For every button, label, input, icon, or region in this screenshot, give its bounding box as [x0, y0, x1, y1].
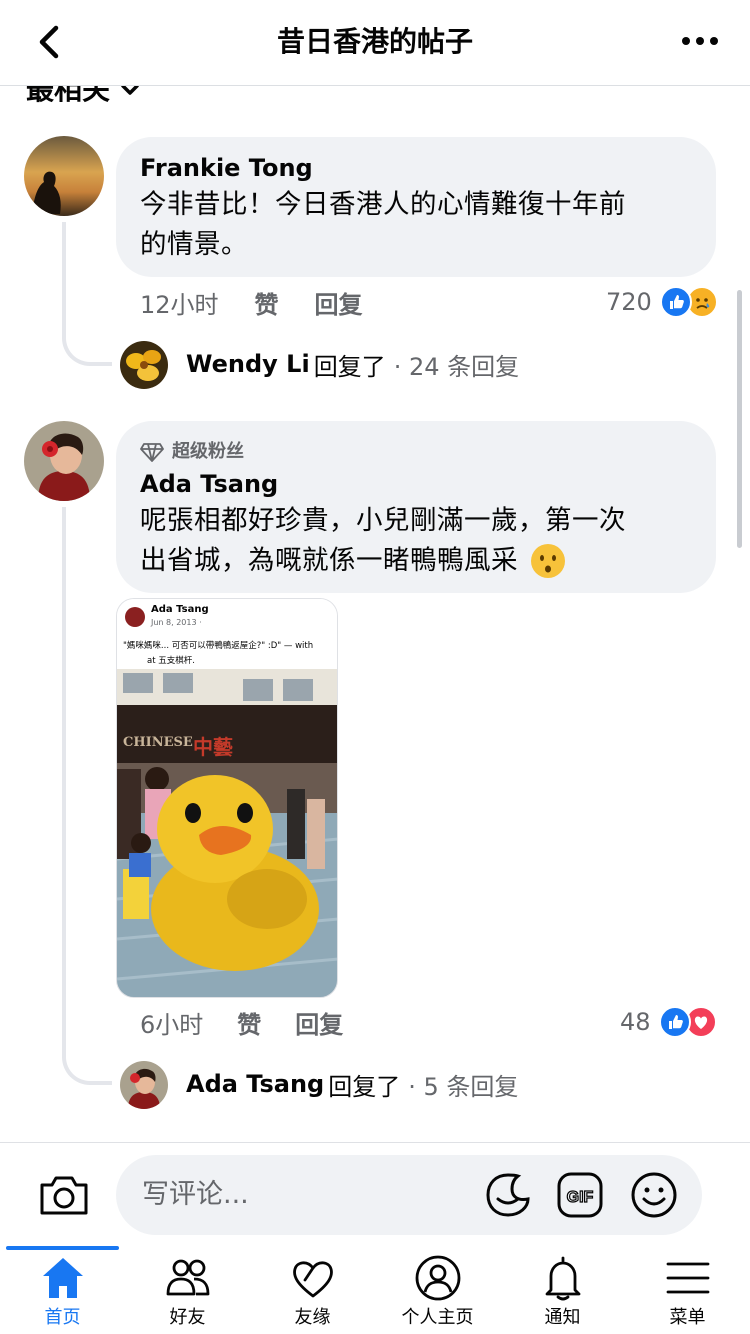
badge-label: 超级粉丝	[172, 441, 244, 462]
shop-sign-chinese: 中藝	[193, 735, 233, 759]
reaction-summary[interactable]: 48	[620, 1004, 717, 1040]
comment-bubble[interactable]: 超级粉丝 Ada Tsang 呢張相都好珍貴，小兒剛滿一歲，第一次 出省城，為嘅…	[116, 421, 716, 593]
view-replies-link[interactable]: Ada Tsang 回复了 · 5 条回复	[186, 1066, 518, 1102]
thread-line	[62, 507, 66, 1027]
gif-icon[interactable]: GIF	[556, 1171, 604, 1219]
comment-actions: 12小时 赞 回复	[140, 284, 363, 320]
avatar[interactable]	[24, 136, 104, 216]
comment-composer: 写评论... GIF	[0, 1142, 750, 1246]
comment-text-segment: 出省城，為嘅就係一睹鴨鴨風采	[140, 545, 518, 576]
menu-icon	[666, 1262, 710, 1294]
like-reaction-icon	[659, 286, 692, 318]
tab-label: 个人主页	[401, 1307, 474, 1328]
post-comments-page: 昔日香港的帖子 最相关 Frankie Tong 今非昔比！今日香港人的心情難復…	[0, 0, 750, 1334]
comment-actions: 6小时 赞 回复	[140, 1004, 343, 1040]
profile-icon	[415, 1255, 461, 1301]
tab-menu[interactable]: 菜单	[625, 1246, 750, 1334]
reply-author: Ada Tsang	[186, 1070, 325, 1098]
avatar[interactable]	[120, 341, 168, 389]
more-options-icon[interactable]	[680, 26, 720, 56]
reply-count: · 5 条回复	[408, 1072, 519, 1101]
tab-home[interactable]: 首页	[0, 1246, 125, 1334]
tab-profile[interactable]: 个人主页	[375, 1246, 500, 1334]
tab-label: 菜单	[669, 1307, 706, 1328]
thread-line	[62, 222, 66, 282]
top-fan-badge: 超级粉丝	[140, 437, 692, 467]
avatar-sticker-icon[interactable]	[484, 1171, 532, 1219]
page-title: 昔日香港的帖子	[276, 25, 473, 58]
comment-text-line: 今非昔比！今日香港人的心情難復十年前	[140, 189, 626, 220]
like-button[interactable]: 赞	[255, 285, 279, 320]
tab-label: 友缘	[294, 1307, 331, 1328]
like-reaction-icon	[658, 1006, 691, 1038]
comment-text-line: 呢張相都好珍貴，小兒剛滿一歲，第一次	[140, 505, 626, 536]
tab-label: 好友	[169, 1307, 206, 1328]
photo-post-date: Jun 8, 2013 ·	[151, 618, 202, 627]
avatar[interactable]	[24, 421, 104, 501]
thread-connector	[62, 1025, 112, 1085]
tab-label: 首页	[44, 1307, 81, 1328]
diamond-icon	[140, 443, 164, 462]
tab-label: 通知	[544, 1307, 581, 1328]
comment-text-line: 出省城，為嘅就係一睹鴨鴨風采	[140, 541, 692, 581]
comment-photo[interactable]: Ada Tsang Jun 8, 2013 · "媽咪媽咪... 可否可以帶鴨鴨…	[116, 598, 338, 998]
reply-action: 回复了	[328, 1072, 401, 1101]
avatar[interactable]	[120, 1061, 168, 1109]
reaction-count: 720	[606, 288, 652, 316]
comment-time: 12小时	[140, 290, 219, 319]
comment-placeholder: 写评论...	[142, 1179, 249, 1210]
photo-post-author: Ada Tsang	[151, 604, 209, 615]
reply-author: Wendy Li	[186, 350, 310, 378]
reaction-count: 48	[620, 1008, 651, 1036]
tab-friends[interactable]: 好友	[125, 1246, 250, 1334]
reaction-summary[interactable]: 720	[606, 284, 718, 320]
comment-author[interactable]: Frankie Tong	[140, 151, 692, 185]
photo-post-text: at 五支棋杆.	[147, 656, 195, 666]
friends-icon	[166, 1259, 210, 1296]
comment-bubble[interactable]: Frankie Tong 今非昔比！今日香港人的心情難復十年前 的情景。	[116, 137, 716, 277]
comment-author[interactable]: Ada Tsang	[140, 467, 692, 501]
view-replies-link[interactable]: Wendy Li 回复了 · 24 条回复	[186, 346, 519, 382]
photo-post-text: "媽咪媽咪... 可否可以帶鴨鴨返屋企?" :D" — with	[123, 641, 314, 651]
tab-dating[interactable]: 友缘	[250, 1246, 375, 1334]
comment-text-line: 的情景。	[140, 229, 248, 260]
kissing-emoji-icon	[531, 544, 565, 578]
emoji-icon[interactable]	[630, 1171, 678, 1219]
reply-button[interactable]: 回复	[315, 285, 363, 320]
reply-action: 回复了	[313, 352, 386, 381]
tab-notifications[interactable]: 通知	[500, 1246, 625, 1334]
thread-connector	[62, 280, 112, 366]
comment-time: 6小时	[140, 1010, 204, 1039]
reply-button[interactable]: 回复	[295, 1005, 343, 1040]
bottom-tab-bar: 首页 好友 友缘 个人主页 通知 菜单	[0, 1246, 750, 1334]
scrollbar[interactable]	[737, 290, 742, 548]
dating-heart-icon	[293, 1261, 333, 1298]
svg-text:GIF: GIF	[567, 1189, 594, 1206]
bell-icon	[545, 1256, 581, 1301]
reply-count: · 24 条回复	[393, 352, 520, 381]
top-bar: 昔日香港的帖子	[0, 0, 750, 86]
shop-sign-text: CHINESE	[123, 735, 193, 750]
home-icon	[43, 1258, 83, 1298]
like-button[interactable]: 赞	[237, 1005, 261, 1040]
camera-icon[interactable]	[38, 1173, 90, 1217]
comment-input[interactable]: 写评论... GIF	[116, 1155, 702, 1235]
